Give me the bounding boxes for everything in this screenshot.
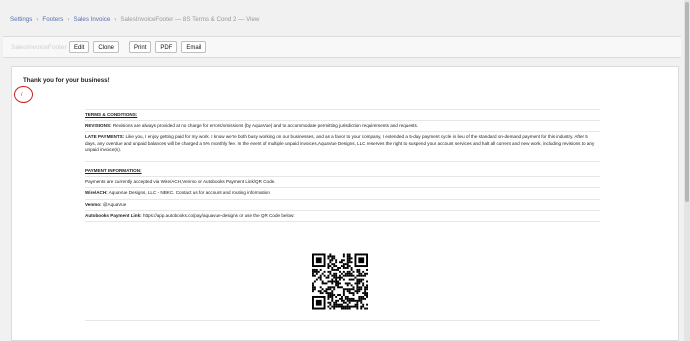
venmo-label: Venmo: (85, 201, 102, 207)
autobooks-label: Autobooks Payment Link: (85, 212, 142, 218)
annotation-circle (14, 86, 33, 103)
revisions-text: Revisions are always provided at no char… (111, 123, 419, 129)
print-button[interactable]: Print (129, 41, 152, 53)
late-payments-text: Like you, I enjoy getting paid for my wo… (85, 134, 595, 152)
thank-you-text: Thank you for your business! (23, 77, 110, 84)
qr-code-image (312, 253, 368, 310)
revisions-paragraph: REVISIONS: Revisions are always provided… (85, 121, 600, 131)
payment-methods-text: Payments are currently accepted via Wire… (85, 179, 276, 185)
record-toolbar: SalesInvoiceFooter Edit Clone Print PDF … (3, 36, 681, 58)
breadcrumb-separator: › (114, 15, 117, 23)
wire-ach-text: AquaVue Designs, LLC - NBKC. Contact us … (107, 190, 270, 196)
late-payments-paragraph: LATE PAYMENTS: Like you, I enjoy getting… (85, 132, 600, 155)
late-payments-label: LATE PAYMENTS: (85, 134, 125, 140)
email-button[interactable]: Email (181, 41, 207, 53)
edit-button[interactable]: Edit (69, 41, 90, 53)
breadcrumb: Settings › Footers › Sales Invoice › Sal… (0, 10, 259, 28)
breadcrumb-settings[interactable]: Settings (10, 16, 32, 23)
divider (85, 221, 600, 223)
clone-button[interactable]: Clone (93, 41, 120, 53)
footer-preview-panel: Thank you for your business! / TERMS & C… (11, 66, 679, 341)
revisions-label: REVISIONS: (85, 123, 112, 129)
divider (85, 320, 600, 321)
terms-heading: TERMS & CONDITIONS: (85, 112, 138, 117)
pdf-button[interactable]: PDF (155, 41, 178, 53)
autobooks-paragraph: Autobooks Payment Link: https://app.auto… (85, 211, 600, 221)
venmo-text: @AquaVue (101, 201, 127, 207)
scrollbar-thumb[interactable] (685, 2, 689, 202)
venmo-paragraph: Venmo: @AquaVue (85, 200, 600, 210)
breadcrumb-sales-invoice[interactable]: Sales Invoice (73, 16, 110, 23)
wire-ach-paragraph: Wire/ACH: AquaVue Designs, LLC - NBKC. C… (85, 188, 600, 198)
breadcrumb-separator: › (67, 15, 70, 23)
autobooks-text: https://app.autobooks.co/pay/aquavue-des… (141, 212, 295, 218)
footer-content: TERMS & CONDITIONS: REVISIONS: Revisions… (85, 109, 600, 223)
annotation-mark: / (21, 92, 23, 98)
breadcrumb-current: SalesInvoiceFooter — 8S Terms & Cond 2 —… (120, 15, 260, 23)
page-scrollbar[interactable] (684, 0, 690, 341)
payment-heading: PAYMENT INFORMATION: (85, 168, 142, 174)
toolbar-title: SalesInvoiceFooter (11, 43, 67, 51)
breadcrumb-separator: › (36, 15, 39, 23)
qr-code-icon (312, 253, 368, 310)
wire-ach-label: Wire/ACH: (85, 190, 108, 196)
breadcrumb-footers[interactable]: Footers (42, 16, 63, 23)
